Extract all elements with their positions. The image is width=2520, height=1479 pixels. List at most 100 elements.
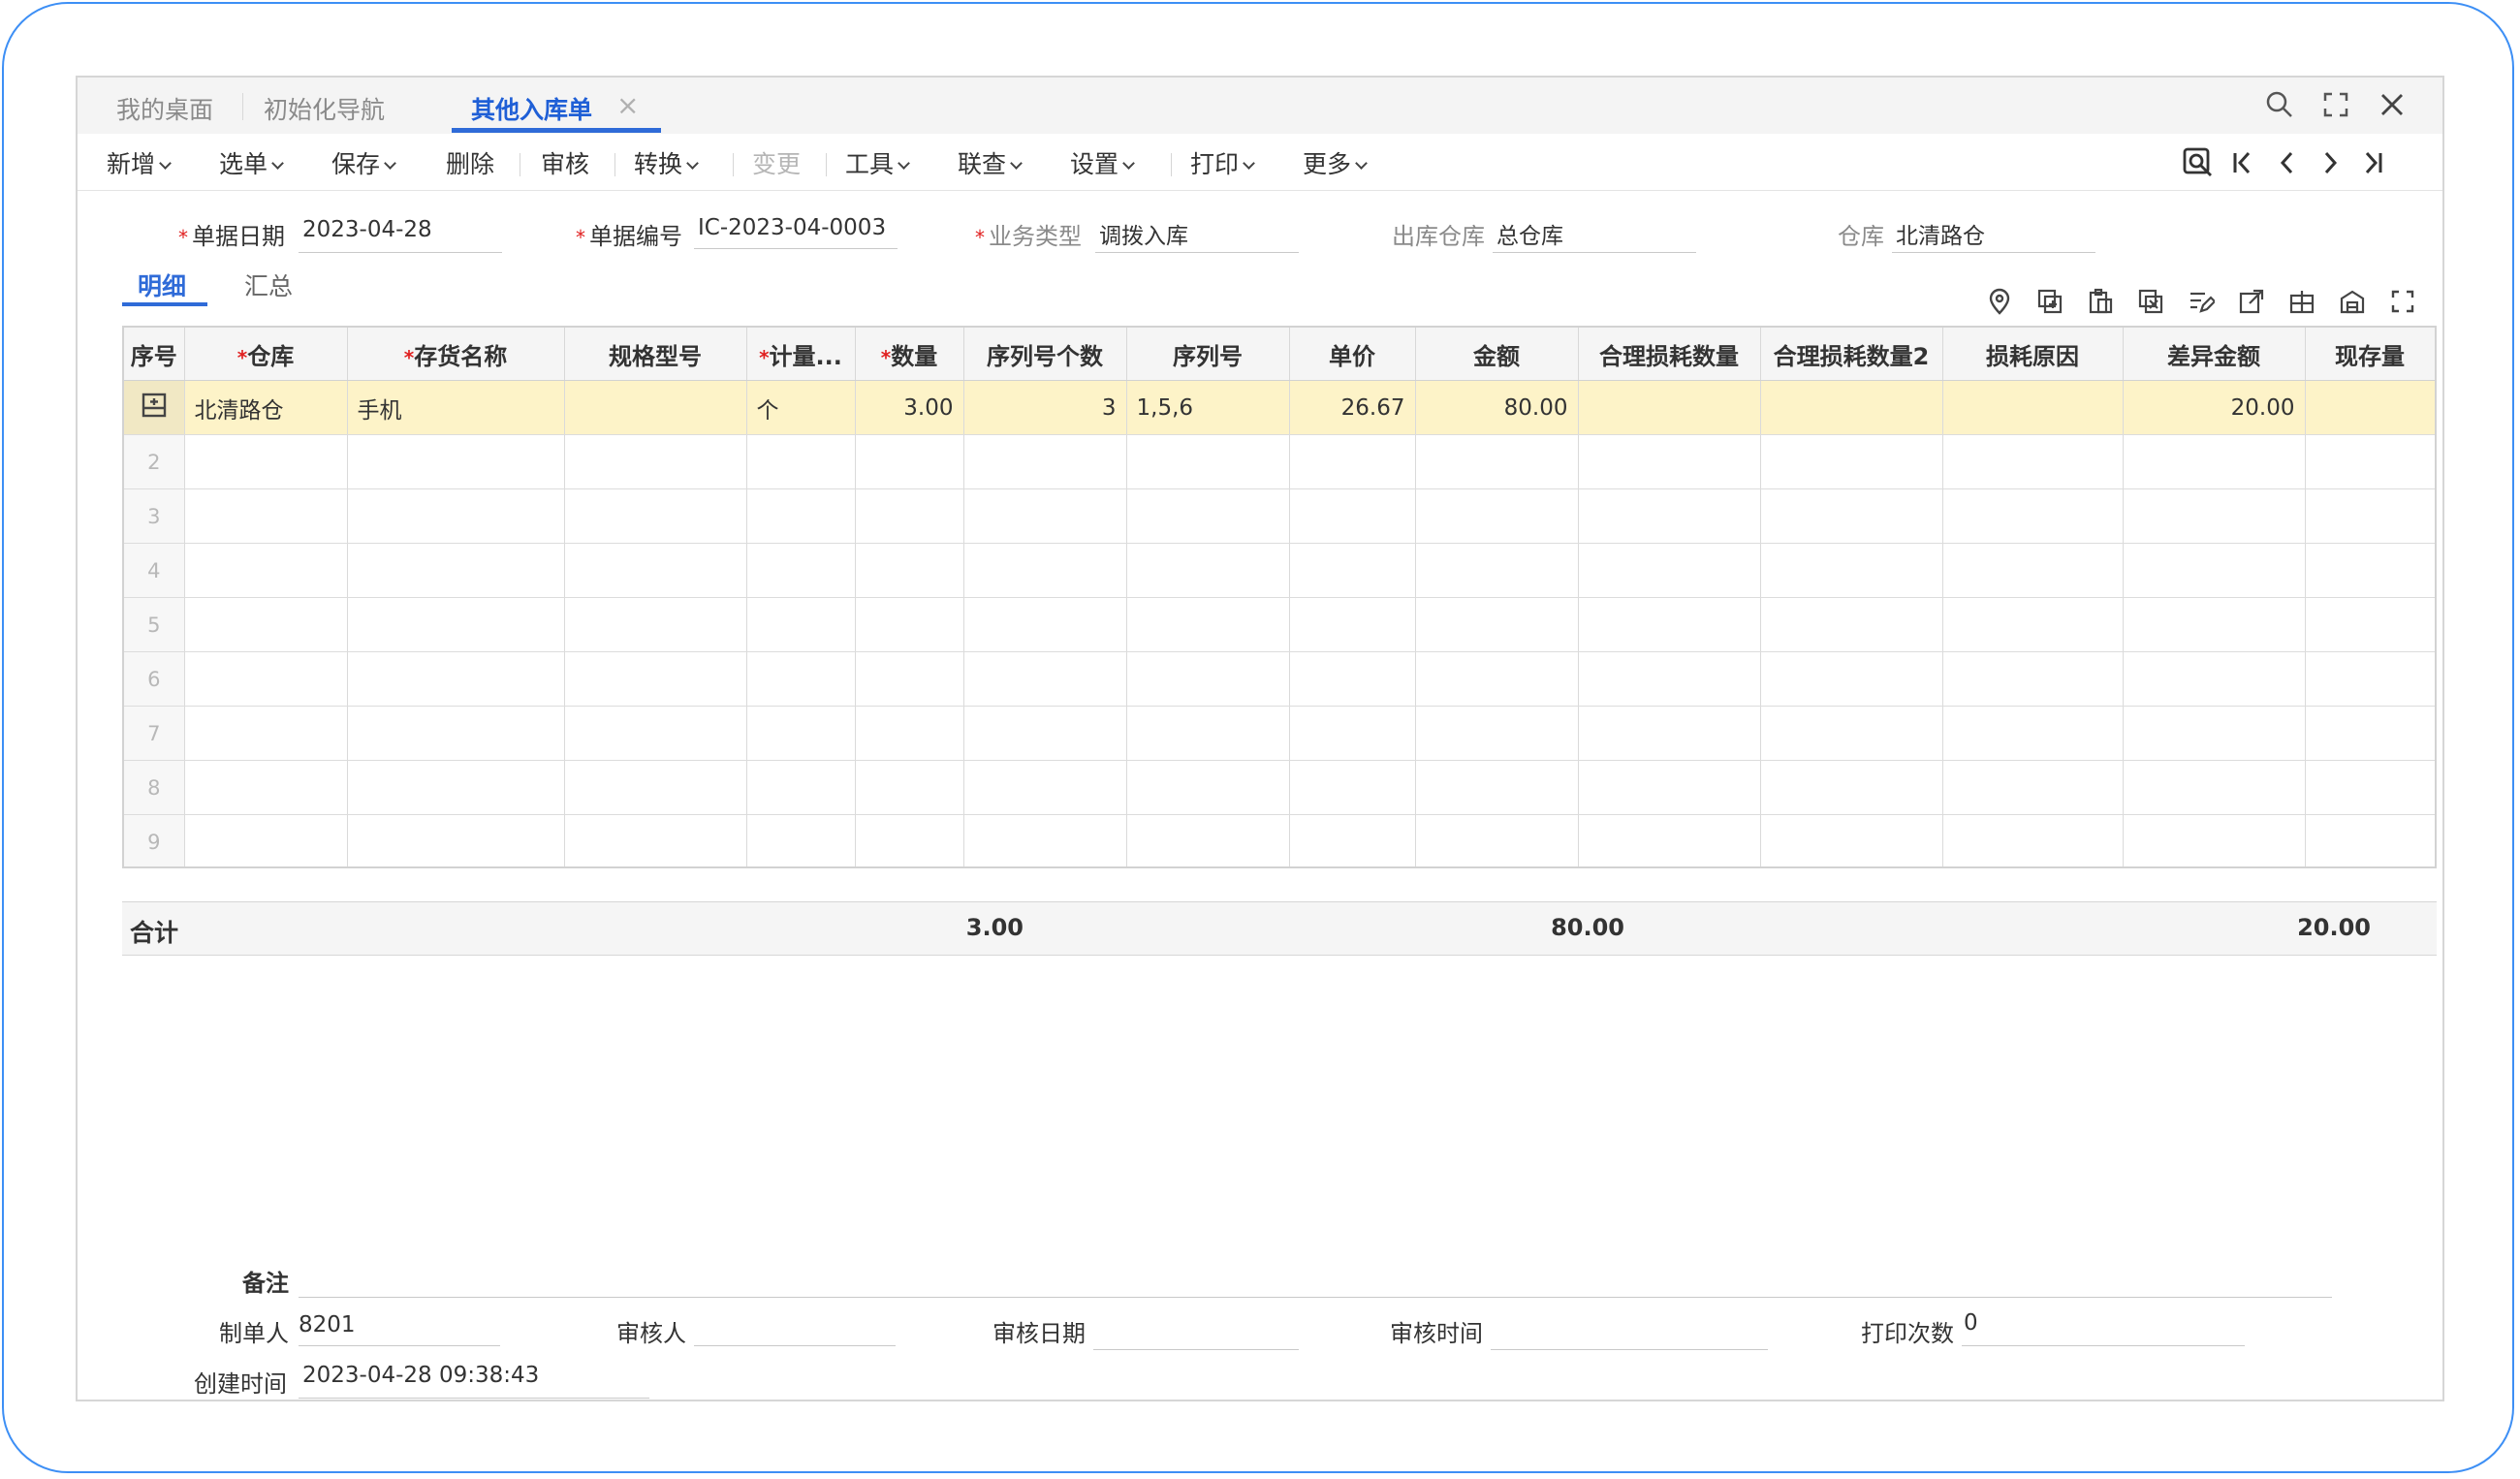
table-cell[interactable] xyxy=(2123,760,2306,815)
table-cell[interactable] xyxy=(2123,706,2306,761)
print-button[interactable]: 打印 xyxy=(1190,145,1255,180)
table-cell[interactable] xyxy=(1942,706,2124,761)
column-header[interactable]: 序列号个数 xyxy=(963,328,1127,381)
search-icon[interactable] xyxy=(2262,87,2297,122)
table-row[interactable]: 3 xyxy=(124,488,2435,544)
table-cell[interactable] xyxy=(1126,651,1290,707)
table-cell[interactable] xyxy=(1578,543,1761,598)
table-cell[interactable] xyxy=(1760,434,1943,489)
paste-row-icon[interactable] xyxy=(2084,285,2117,318)
table-cell[interactable] xyxy=(2305,488,2435,544)
biz-type-field[interactable]: 调拨入库 xyxy=(1099,217,1188,250)
table-cell[interactable] xyxy=(1289,706,1416,761)
column-header[interactable]: 单价 xyxy=(1289,328,1416,381)
table-cell[interactable]: 3 xyxy=(963,380,1127,435)
table-cell[interactable] xyxy=(963,760,1127,815)
audit-button[interactable]: 审核 xyxy=(541,145,589,180)
table-cell[interactable] xyxy=(184,434,348,489)
table-cell[interactable] xyxy=(564,706,747,761)
table-cell[interactable] xyxy=(963,814,1127,866)
new-button[interactable]: 新增 xyxy=(107,145,172,180)
delete-row-icon[interactable] xyxy=(2134,285,2167,318)
table-cell[interactable] xyxy=(1942,434,2124,489)
column-layout-icon[interactable] xyxy=(2285,285,2318,318)
table-cell[interactable] xyxy=(2123,434,2306,489)
table-cell[interactable]: 1,5,6 xyxy=(1126,380,1290,435)
table-cell[interactable] xyxy=(1126,543,1290,598)
table-cell[interactable] xyxy=(1578,434,1761,489)
table-cell[interactable] xyxy=(1415,543,1579,598)
table-cell[interactable]: 手机 xyxy=(347,380,565,435)
table-cell[interactable] xyxy=(1760,814,1943,866)
table-cell[interactable] xyxy=(347,543,565,598)
table-row[interactable]: 6 xyxy=(124,651,2435,707)
table-cell[interactable] xyxy=(347,434,565,489)
table-cell[interactable] xyxy=(184,814,348,866)
column-header[interactable]: 损耗原因 xyxy=(1942,328,2124,381)
table-row[interactable]: 7 xyxy=(124,706,2435,761)
table-cell[interactable] xyxy=(184,706,348,761)
row-action-icon[interactable] xyxy=(140,393,169,425)
table-cell[interactable] xyxy=(564,488,747,544)
table-cell[interactable]: 3.00 xyxy=(855,380,964,435)
table-cell[interactable]: 80.00 xyxy=(1415,380,1579,435)
save-button[interactable]: 保存 xyxy=(331,145,396,180)
table-cell[interactable] xyxy=(1578,706,1761,761)
table-cell[interactable] xyxy=(963,434,1127,489)
table-cell[interactable] xyxy=(963,543,1127,598)
subtab-detail[interactable]: 明细 xyxy=(138,267,186,302)
table-cell[interactable] xyxy=(1126,814,1290,866)
zoom-search-icon[interactable] xyxy=(2181,145,2216,180)
column-header[interactable]: *存货名称 xyxy=(347,328,565,381)
table-cell[interactable] xyxy=(1942,543,2124,598)
column-header[interactable]: 合理损耗数量 xyxy=(1578,328,1761,381)
table-cell[interactable] xyxy=(1942,380,2124,435)
table-cell[interactable] xyxy=(963,597,1127,652)
table-row[interactable]: 8 xyxy=(124,760,2435,815)
table-cell[interactable] xyxy=(855,760,964,815)
table-cell[interactable]: 20.00 xyxy=(2123,380,2306,435)
table-cell[interactable] xyxy=(1760,760,1943,815)
table-cell[interactable] xyxy=(564,651,747,707)
table-cell[interactable]: 个 xyxy=(746,380,856,435)
table-cell[interactable] xyxy=(347,760,565,815)
next-record-icon[interactable] xyxy=(2313,145,2347,180)
table-row[interactable]: 5 xyxy=(124,597,2435,652)
table-cell[interactable] xyxy=(347,814,565,866)
tab-other-inbound[interactable]: 其他入库单 xyxy=(471,91,592,126)
tab-init-nav[interactable]: 初始化导航 xyxy=(264,91,385,126)
column-header[interactable]: 现存量 xyxy=(2305,328,2435,381)
insert-row-icon[interactable] xyxy=(2033,285,2066,318)
table-cell[interactable] xyxy=(1760,706,1943,761)
table-cell[interactable] xyxy=(2305,380,2435,435)
table-cell[interactable] xyxy=(2305,434,2435,489)
table-cell[interactable] xyxy=(1578,651,1761,707)
table-cell[interactable] xyxy=(1126,597,1290,652)
table-cell[interactable] xyxy=(184,651,348,707)
table-cell[interactable] xyxy=(746,651,856,707)
table-cell[interactable] xyxy=(855,651,964,707)
table-cell[interactable] xyxy=(1289,814,1416,866)
table-cell[interactable] xyxy=(2305,597,2435,652)
doc-no-field[interactable]: IC-2023-04-0003 xyxy=(698,215,886,240)
table-cell[interactable] xyxy=(746,543,856,598)
column-header[interactable]: 金额 xyxy=(1415,328,1579,381)
table-cell[interactable] xyxy=(746,706,856,761)
warehouse-icon[interactable] xyxy=(2336,285,2369,318)
table-cell[interactable] xyxy=(564,380,747,435)
column-header[interactable]: 合理损耗数量2 xyxy=(1760,328,1943,381)
table-cell[interactable] xyxy=(963,706,1127,761)
last-record-icon[interactable] xyxy=(2355,145,2390,180)
export-icon[interactable] xyxy=(2235,285,2268,318)
table-cell[interactable] xyxy=(1578,760,1761,815)
table-cell[interactable] xyxy=(564,434,747,489)
column-header[interactable]: *数量 xyxy=(855,328,964,381)
table-cell[interactable] xyxy=(1578,814,1761,866)
table-cell[interactable] xyxy=(184,760,348,815)
table-cell[interactable] xyxy=(746,488,856,544)
table-cell[interactable] xyxy=(347,488,565,544)
close-window-icon[interactable] xyxy=(2375,87,2410,122)
table-cell[interactable] xyxy=(1578,597,1761,652)
table-cell[interactable] xyxy=(746,434,856,489)
table-cell[interactable] xyxy=(2305,814,2435,866)
